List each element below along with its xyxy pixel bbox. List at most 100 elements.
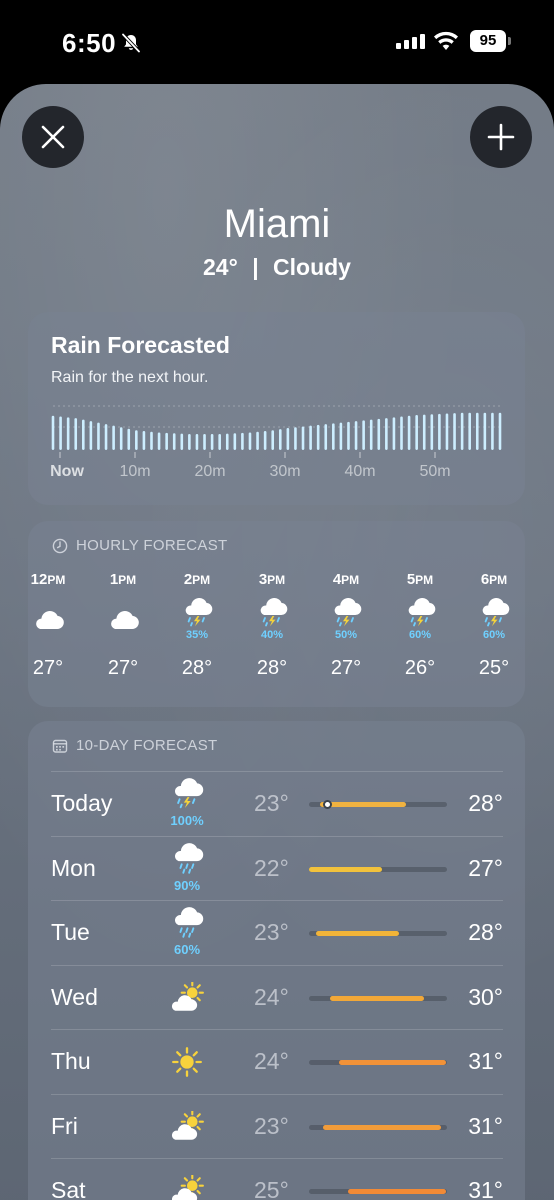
rain-intensity-bar xyxy=(119,427,123,450)
rain-intensity-bar xyxy=(392,417,396,450)
rain-intensity-bar xyxy=(400,416,403,450)
rain-intensity-bar xyxy=(271,430,275,450)
high-temperature: 30° xyxy=(468,983,503,1010)
rain-title: Rain Forecasted xyxy=(51,332,230,358)
rain-intensity-bar xyxy=(263,431,267,450)
temperature-range-bar xyxy=(309,866,383,872)
hour-label: 3PM xyxy=(242,571,302,591)
precip-chance: 100% xyxy=(170,813,204,828)
hour-column: 12PM 27° xyxy=(18,571,78,680)
low-temperature: 22° xyxy=(254,854,289,881)
clock-icon xyxy=(52,538,68,553)
current-summary: 24° | Cloudy xyxy=(0,254,554,281)
day-row[interactable]: Fri 23° 31° xyxy=(51,1093,503,1158)
current-temperature-dot xyxy=(322,800,332,809)
temperature-range-track xyxy=(309,866,447,872)
rain-intensity-bar xyxy=(407,415,411,450)
day-name: Sat xyxy=(51,1177,86,1200)
hour-temperature: 28° xyxy=(256,657,288,679)
rain-intensity-bar xyxy=(142,431,146,450)
hour-temperature: 26° xyxy=(404,657,436,679)
rain-intensity-bar xyxy=(385,418,388,450)
weather-sheet: Miami 24° | Cloudy Rain Forecasted Rain … xyxy=(0,84,554,1200)
rain-intensity-bar xyxy=(59,416,62,450)
sun-icon xyxy=(161,1046,213,1083)
precip-chance: 60% xyxy=(408,628,432,641)
hour-temperature: 27° xyxy=(32,657,64,679)
temperature-range-bar xyxy=(320,802,406,807)
close-button[interactable] xyxy=(22,106,84,168)
hour-number: 4 xyxy=(332,571,342,588)
hour-temperature: 27° xyxy=(107,657,139,679)
hour-column: 5PM 60% 26° xyxy=(390,571,450,680)
thunderstorm-icon: 40% xyxy=(242,591,302,647)
city-name: Miami xyxy=(223,202,331,246)
high-temperature: 31° xyxy=(468,1177,503,1200)
rain-intensity-bar xyxy=(460,412,464,450)
day-row[interactable]: Wed 24° 30° xyxy=(51,964,503,1029)
hour-label: 6PM xyxy=(464,571,524,591)
thunderstorm-icon: 60% xyxy=(390,591,450,647)
hour-number: 5 xyxy=(406,571,416,588)
hour-ampm: PM xyxy=(47,573,66,587)
hourly-forecast-card[interactable]: HOURLY FORECAST 12PM 27° 1PM 27° 2PM 35% 28° 3P… xyxy=(28,521,525,707)
day-row[interactable]: Thu 24° 31° xyxy=(51,1029,503,1093)
status-time: 6:50 xyxy=(62,28,117,58)
rain-icon: 60% xyxy=(161,907,213,957)
day-name: Today xyxy=(51,790,113,816)
hour-ampm: PM xyxy=(415,573,434,587)
day-name: Wed xyxy=(51,983,98,1010)
rain-intensity-bar xyxy=(256,431,259,450)
temperature-range-track xyxy=(309,1189,447,1194)
add-location-button[interactable] xyxy=(470,106,532,168)
precip-chance: 40% xyxy=(260,628,284,641)
current-condition: Cloudy xyxy=(273,254,351,280)
day-name: Mon xyxy=(51,854,96,881)
day-row[interactable]: Today 100% 23° 28° xyxy=(51,771,503,835)
hourly-header-label: HOURLY FORECAST xyxy=(76,537,228,554)
rain-intensity-bar xyxy=(225,433,229,450)
rain-intensity-bar xyxy=(362,420,365,450)
cloud-icon xyxy=(93,591,153,647)
rain-intensity-bar xyxy=(468,412,471,450)
hour-label: 12PM xyxy=(18,571,78,591)
rain-time-label: 50m xyxy=(419,463,450,480)
rain-time-label: 10m xyxy=(119,463,150,480)
rain-intensity-bar xyxy=(369,419,373,450)
rain-time-label: 40m xyxy=(344,463,375,480)
summary-separator: | xyxy=(252,254,259,280)
hour-ampm: PM xyxy=(489,573,508,587)
day-name: Thu xyxy=(51,1048,91,1074)
rain-intensity-bar xyxy=(97,422,100,450)
day-row[interactable]: Tue 60% 23° 28° xyxy=(51,900,503,964)
rain-intensity-bar xyxy=(301,426,305,450)
temperature-range-bar xyxy=(315,931,399,936)
hour-number: 12 xyxy=(30,571,48,588)
rain-subtitle: Rain for the next hour. xyxy=(51,369,209,386)
temperature-range-bar xyxy=(329,995,424,1001)
rain-intensity-bar xyxy=(150,431,153,450)
rain-intensity-bar xyxy=(188,434,191,450)
precip-chance: 50% xyxy=(334,628,358,641)
high-temperature: 27° xyxy=(468,854,503,881)
rain-intensity-bar xyxy=(135,430,138,450)
hour-temperature: 28° xyxy=(181,657,213,679)
hour-column: 4PM 50% 27° xyxy=(316,571,376,680)
day-row[interactable]: Sat 25° 31° xyxy=(51,1158,503,1200)
rain-intensity-bar xyxy=(157,432,161,450)
rain-intensity-bar xyxy=(498,412,502,450)
close-icon xyxy=(41,125,65,149)
rain-intensity-bar xyxy=(89,421,93,450)
day-row[interactable]: Mon 90% 22° 27° xyxy=(51,835,503,900)
rain-intensity-bar xyxy=(316,424,320,450)
hour-label: 2PM xyxy=(167,571,227,591)
rain-intensity-bar xyxy=(483,412,487,450)
ten-day-forecast-card: 10-DAY FORECAST Today 100% 23° 28° Mon 90% 22°… xyxy=(28,721,525,1200)
rain-forecast-card[interactable]: Rain Forecasted Rain for the next hour. … xyxy=(28,312,525,505)
rain-intensity-bar xyxy=(66,417,70,450)
rain-intensity-bar xyxy=(165,432,168,450)
hour-number: 6 xyxy=(480,571,490,588)
rain-intensity-bar xyxy=(195,434,199,450)
high-temperature: 28° xyxy=(468,790,503,816)
rain-intensity-bar xyxy=(74,418,78,450)
